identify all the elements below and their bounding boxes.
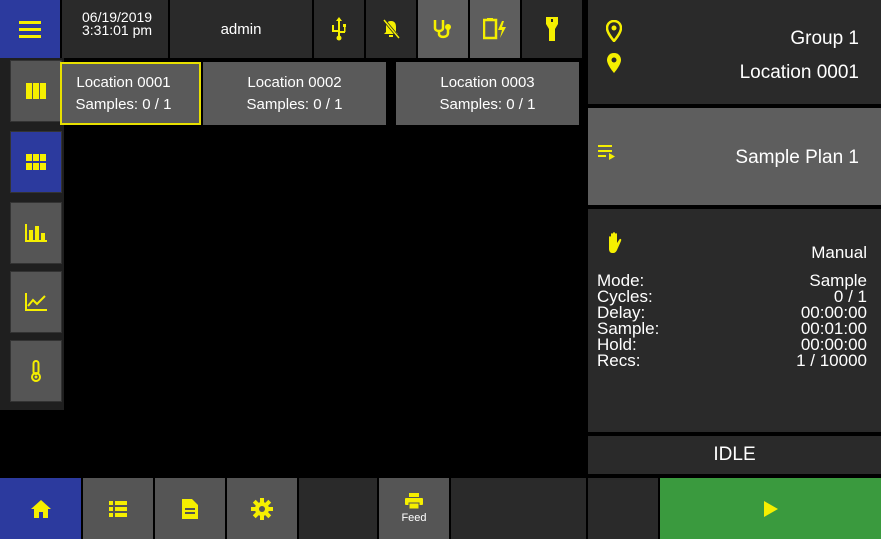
location-samples: Samples: 0 / 1 — [75, 95, 172, 113]
location-group-icon — [606, 20, 622, 42]
stats-list: Mode: Sample Cycles: 0 / 1 Delay: 00:00:00 … — [597, 272, 867, 370]
status-panel: Manual Mode: Sample Cycles: 0 / 1 Delay: 00… — [588, 209, 881, 432]
flashlight-button[interactable] — [522, 0, 582, 58]
document-icon — [182, 498, 198, 519]
location-name: Location 0003 — [440, 73, 535, 91]
hand-icon — [606, 232, 624, 254]
document-button[interactable] — [155, 478, 225, 539]
stethoscope-icon — [432, 18, 454, 40]
play-icon — [763, 500, 778, 517]
sidebar-item-line-chart[interactable] — [10, 271, 62, 333]
battery-button[interactable] — [470, 0, 520, 58]
playlist-play-icon — [598, 144, 618, 160]
sidebar-item-bar-chart[interactable] — [10, 202, 62, 264]
line-chart-icon — [25, 293, 47, 311]
group-name: Group 1 — [790, 28, 859, 49]
feed-label: Feed — [401, 512, 427, 524]
thermometer-icon — [30, 360, 42, 382]
stat-label: Recs: — [597, 351, 641, 370]
feed-button[interactable]: Feed — [379, 478, 449, 539]
battery-charging-icon — [483, 18, 507, 40]
manual-mode-label: Manual — [811, 243, 867, 262]
location-pin-icon — [606, 52, 622, 74]
status-bar: IDLE — [588, 436, 881, 474]
empty-slot — [299, 478, 377, 539]
columns-view-icon — [26, 83, 46, 99]
location-name: Location 0001 — [739, 62, 859, 83]
menu-icon — [19, 20, 41, 38]
home-button[interactable] — [0, 478, 81, 539]
location-samples: Samples: 0 / 1 — [439, 95, 536, 113]
sidebar-item-columns-view[interactable] — [10, 60, 62, 122]
printer-icon — [405, 493, 423, 509]
menu-button[interactable] — [0, 0, 60, 58]
list-icon — [109, 500, 127, 517]
group-location-panel[interactable]: Group 1 Location 0001 — [588, 0, 881, 104]
stat-value: 1 / 10000 — [796, 351, 867, 370]
bar-chart-icon — [25, 224, 47, 242]
play-button[interactable] — [660, 478, 881, 539]
sample-plan-button[interactable]: Sample Plan 1 — [588, 108, 881, 205]
gear-icon — [251, 497, 273, 520]
location-tile-3[interactable]: Location 0003 Samples: 0 / 1 — [396, 62, 579, 125]
datetime-display: 06/19/2019 3:31:01 pm — [62, 0, 168, 58]
probe-button[interactable] — [418, 0, 468, 58]
location-samples: Samples: 0 / 1 — [246, 95, 343, 113]
location-tile-2[interactable]: Location 0002 Samples: 0 / 1 — [203, 62, 386, 125]
settings-button[interactable] — [227, 478, 297, 539]
usb-icon — [331, 17, 347, 41]
sidebar-item-thermometer[interactable] — [10, 340, 62, 402]
home-icon — [30, 499, 51, 518]
location-tile-1[interactable]: Location 0001 Samples: 0 / 1 — [60, 62, 201, 125]
usb-button[interactable] — [314, 0, 364, 58]
location-name: Location 0002 — [247, 73, 342, 91]
user-name: admin — [220, 20, 262, 38]
time-text: 3:31:01 pm — [82, 22, 153, 38]
sample-plan-name: Sample Plan 1 — [735, 147, 859, 168]
grid-view-icon — [26, 154, 46, 170]
location-name: Location 0001 — [76, 73, 171, 91]
alarm-off-icon — [382, 19, 400, 39]
stat-row-recs: Recs: 1 / 10000 — [597, 351, 867, 370]
user-button[interactable]: admin — [170, 0, 312, 58]
alarm-button[interactable] — [366, 0, 416, 58]
empty-slot — [451, 478, 586, 539]
status-text: IDLE — [713, 444, 756, 465]
list-button[interactable] — [83, 478, 153, 539]
sidebar-item-grid-view[interactable] — [10, 131, 62, 193]
flashlight-icon — [545, 17, 559, 41]
empty-slot — [588, 478, 658, 539]
